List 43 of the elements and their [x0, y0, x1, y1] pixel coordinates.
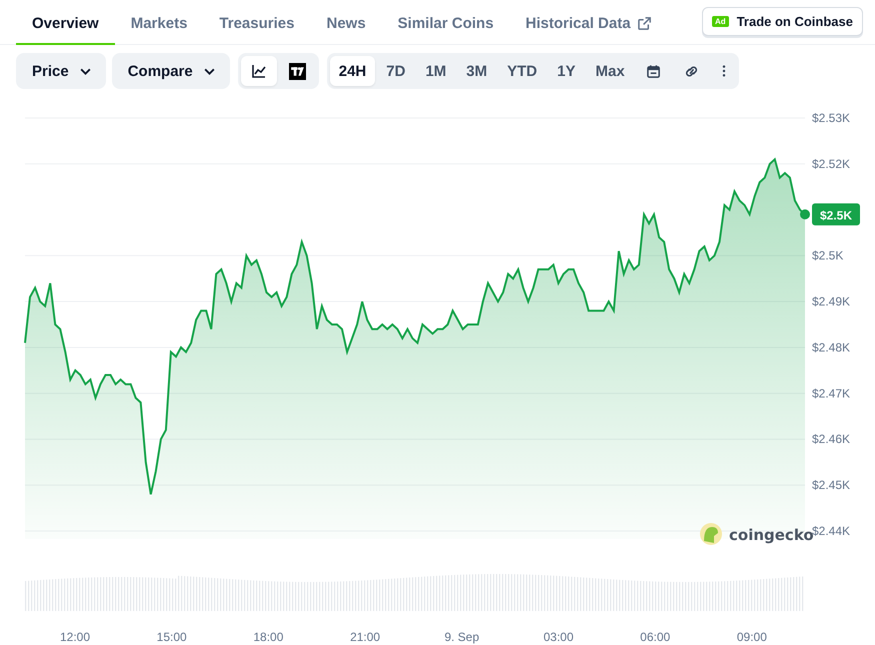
nav-tab[interactable]: Historical Data	[510, 0, 668, 45]
nav-tab[interactable]: Similar Coins	[382, 0, 510, 45]
axis-label: $2.44K	[812, 524, 850, 538]
axis-label: $2.47K	[812, 386, 850, 400]
coingecko-logo-icon	[700, 523, 722, 545]
nav-tab[interactable]: Overview	[16, 0, 115, 45]
range-tab[interactable]: 1M	[416, 56, 456, 86]
axis-label: $2.52K	[812, 156, 850, 171]
axis-label: 9. Sep	[444, 630, 480, 644]
range-tab[interactable]: YTD	[498, 56, 546, 86]
range-tab[interactable]: Max	[586, 56, 634, 86]
line-chart-icon	[250, 63, 267, 79]
axis-label: 12:00	[60, 630, 90, 644]
axis-label: $2.45K	[812, 478, 850, 492]
axis-label: 09:00	[736, 630, 767, 644]
axis-label: 18:00	[253, 630, 284, 644]
axis-label: $2.49K	[812, 294, 850, 309]
dropdown-button[interactable]: Price	[16, 53, 106, 89]
range-tab[interactable]: 1Y	[548, 56, 584, 86]
range-tab[interactable]: 24H	[330, 56, 376, 86]
tradingview-logo-icon	[288, 62, 306, 80]
sponsor-button[interactable]: Ad Trade on Coinbase	[702, 7, 863, 36]
ad-badge: Ad	[712, 16, 729, 27]
axis-label: $2.46K	[812, 432, 850, 446]
line-chart-button[interactable]	[240, 56, 277, 86]
axis-label: $2.5K	[812, 248, 844, 263]
more-icon	[722, 64, 726, 78]
calendar-icon	[646, 64, 661, 78]
nav-tab[interactable]: News	[310, 0, 382, 45]
axis-label: $2.53K	[812, 111, 850, 125]
nav-tab[interactable]: Markets	[114, 0, 204, 45]
nav-tab[interactable]: Treasuries	[203, 0, 310, 45]
range-tab[interactable]: 3M	[457, 56, 496, 86]
price-badge: $2.5K	[812, 203, 860, 226]
axis-label: 03:00	[543, 630, 574, 644]
axis-label: 06:00	[640, 630, 670, 644]
brand-label: coingecko	[729, 526, 814, 544]
range-tab[interactable]: 7D	[377, 56, 414, 86]
axis-label: $2.48K	[812, 340, 850, 354]
axis-label: 15:00	[156, 630, 187, 644]
axis-label: 21:00	[350, 630, 380, 644]
dropdown-button[interactable]: Compare	[112, 53, 230, 89]
current-point	[800, 209, 810, 220]
